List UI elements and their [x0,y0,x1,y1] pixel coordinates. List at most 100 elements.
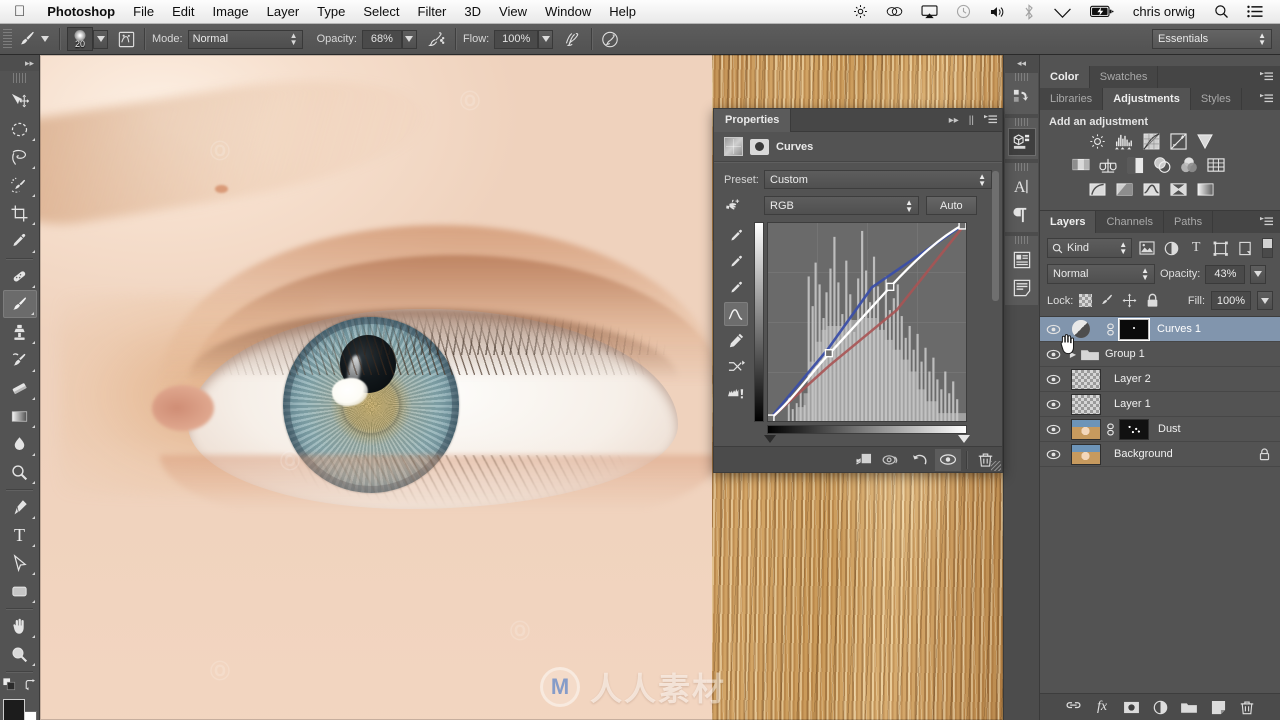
clip-to-layer-button[interactable] [851,449,877,471]
curves-graph[interactable] [767,222,967,422]
zoom-tool[interactable] [3,640,37,668]
lasso-tool[interactable] [3,143,37,171]
clipping-warning-icon[interactable] [724,380,748,404]
flow-input[interactable]: 100% [494,29,539,49]
smooth-curve-icon[interactable] [724,354,748,378]
layer-mask-thumbnail[interactable] [1119,418,1149,440]
creative-cloud-icon[interactable] [877,4,912,19]
layer-style-fx-button[interactable]: fx [1092,697,1112,717]
panel-menu-icon[interactable] [1253,211,1280,233]
menu-3d[interactable]: 3D [455,0,490,24]
black-white-icon[interactable] [1125,156,1145,174]
path-selection-tool[interactable] [3,549,37,577]
tab-layers[interactable]: Layers [1040,211,1097,233]
layer-fill-input[interactable]: 100% [1211,291,1251,310]
layer-visibility-toggle[interactable] [1040,424,1067,435]
white-point-eyedropper[interactable] [724,276,748,300]
dock-group-grip[interactable] [1014,118,1029,126]
paragraph-panel-icon[interactable] [1008,201,1036,229]
table-row[interactable]: Background [1040,442,1280,467]
new-layer-button[interactable] [1208,697,1228,717]
toggle-layer-visibility-button[interactable] [935,448,961,471]
layer-visibility-toggle[interactable] [1040,374,1067,385]
workspace-select[interactable]: Essentials ▲ ▼ [1152,29,1272,49]
collapse-right-icon[interactable]: ◂◂ [1004,55,1039,71]
dock-group-grip[interactable] [1014,73,1029,81]
character-styles-panel-icon[interactable] [1008,246,1036,274]
channel-mixer-icon[interactable] [1179,156,1199,174]
filter-smart-object-icon[interactable] [1235,238,1256,258]
collapse-double-arrow-icon[interactable]: ▸▸ [944,115,964,126]
layer-blend-mode-select[interactable]: Normal ▲ ▼ [1047,264,1155,284]
brush-preset-picker-button[interactable] [93,29,108,49]
layer-thumbnail[interactable] [1071,418,1101,440]
delete-layer-button[interactable] [1237,697,1257,717]
table-row[interactable]: Curves 1 [1040,317,1280,342]
brush-panel-icon[interactable] [115,28,137,50]
table-row[interactable]: Layer 1 [1040,392,1280,417]
layer-thumbnail[interactable] [1071,368,1101,390]
menu-image[interactable]: Image [204,0,258,24]
adjustment-layer-thumbnail[interactable] [1072,320,1090,338]
smoothing-icon[interactable] [562,28,584,50]
auto-button[interactable]: Auto [926,196,977,215]
dodge-tool[interactable] [3,458,37,486]
add-layer-mask-button[interactable] [1121,697,1141,717]
panel-menu-icon[interactable] [1253,88,1280,110]
table-row[interactable]: ▶ Group 1 [1040,342,1280,367]
color-lookup-icon[interactable] [1206,156,1226,174]
filter-shape-icon[interactable] [1211,238,1232,258]
color-balance-icon[interactable] [1098,156,1118,174]
mac-username[interactable]: chris orwig [1123,4,1205,19]
brush-tool-icon[interactable] [16,28,38,50]
layer-visibility-toggle[interactable] [1040,349,1067,360]
blend-mode-select[interactable]: Normal ▲ ▼ [187,29,303,49]
table-row[interactable]: Layer 2 [1040,367,1280,392]
layer-mask-link-icon[interactable] [1104,423,1116,436]
threshold-icon[interactable] [1141,180,1161,198]
lock-image-pixels-icon[interactable] [1098,292,1115,309]
link-layers-button[interactable] [1063,697,1083,717]
menu-edit[interactable]: Edit [163,0,203,24]
selective-color-icon[interactable] [1168,180,1188,198]
hand-tool[interactable] [3,612,37,640]
layer-mask-thumbnail[interactable] [1118,317,1150,341]
menu-window[interactable]: Window [536,0,600,24]
menu-file[interactable]: File [124,0,163,24]
tab-styles[interactable]: Styles [1191,88,1242,110]
menu-filter[interactable]: Filter [409,0,456,24]
airplay-icon[interactable] [912,4,947,19]
curves-icon[interactable] [1141,132,1161,150]
spot-healing-brush-tool[interactable] [3,262,37,290]
panel-menu-icon[interactable] [1253,66,1280,88]
quick-selection-tool[interactable] [3,171,37,199]
table-row[interactable]: Dust [1040,417,1280,442]
crop-tool[interactable] [3,199,37,227]
reset-adjustment-button[interactable] [907,449,933,471]
notification-center-icon[interactable] [1238,5,1272,18]
lock-position-icon[interactable] [1121,292,1138,309]
wifi-icon[interactable] [1044,5,1081,19]
layer-visibility-toggle[interactable] [1040,449,1067,460]
volume-icon[interactable] [980,5,1015,19]
hue-saturation-icon[interactable] [1071,156,1091,174]
tab-adjustments[interactable]: Adjustments [1103,88,1191,110]
tab-paths[interactable]: Paths [1164,211,1214,233]
gray-point-eyedropper[interactable] [724,250,748,274]
menu-layer[interactable]: Layer [258,0,309,24]
filter-adjustment-icon[interactable] [1161,238,1182,258]
filter-pixel-icon[interactable] [1136,238,1157,258]
dock-group-grip[interactable] [1014,236,1029,244]
foreground-color-swatch[interactable] [2,699,25,720]
new-group-button[interactable] [1179,697,1199,717]
brightness-contrast-icon[interactable] [1087,132,1107,150]
layer-opacity-dropdown-button[interactable] [1250,264,1267,284]
menu-select[interactable]: Select [354,0,408,24]
filter-enable-toggle[interactable] [1262,238,1274,258]
layer-filter-kind-select[interactable]: Kind ▲ ▼ [1047,238,1133,258]
eraser-tool[interactable] [3,374,37,402]
swap-colors-icon[interactable] [24,678,37,691]
bluetooth-icon[interactable] [1015,3,1044,20]
new-adjustment-layer-button[interactable] [1150,697,1170,717]
posterize-icon[interactable] [1114,180,1134,198]
